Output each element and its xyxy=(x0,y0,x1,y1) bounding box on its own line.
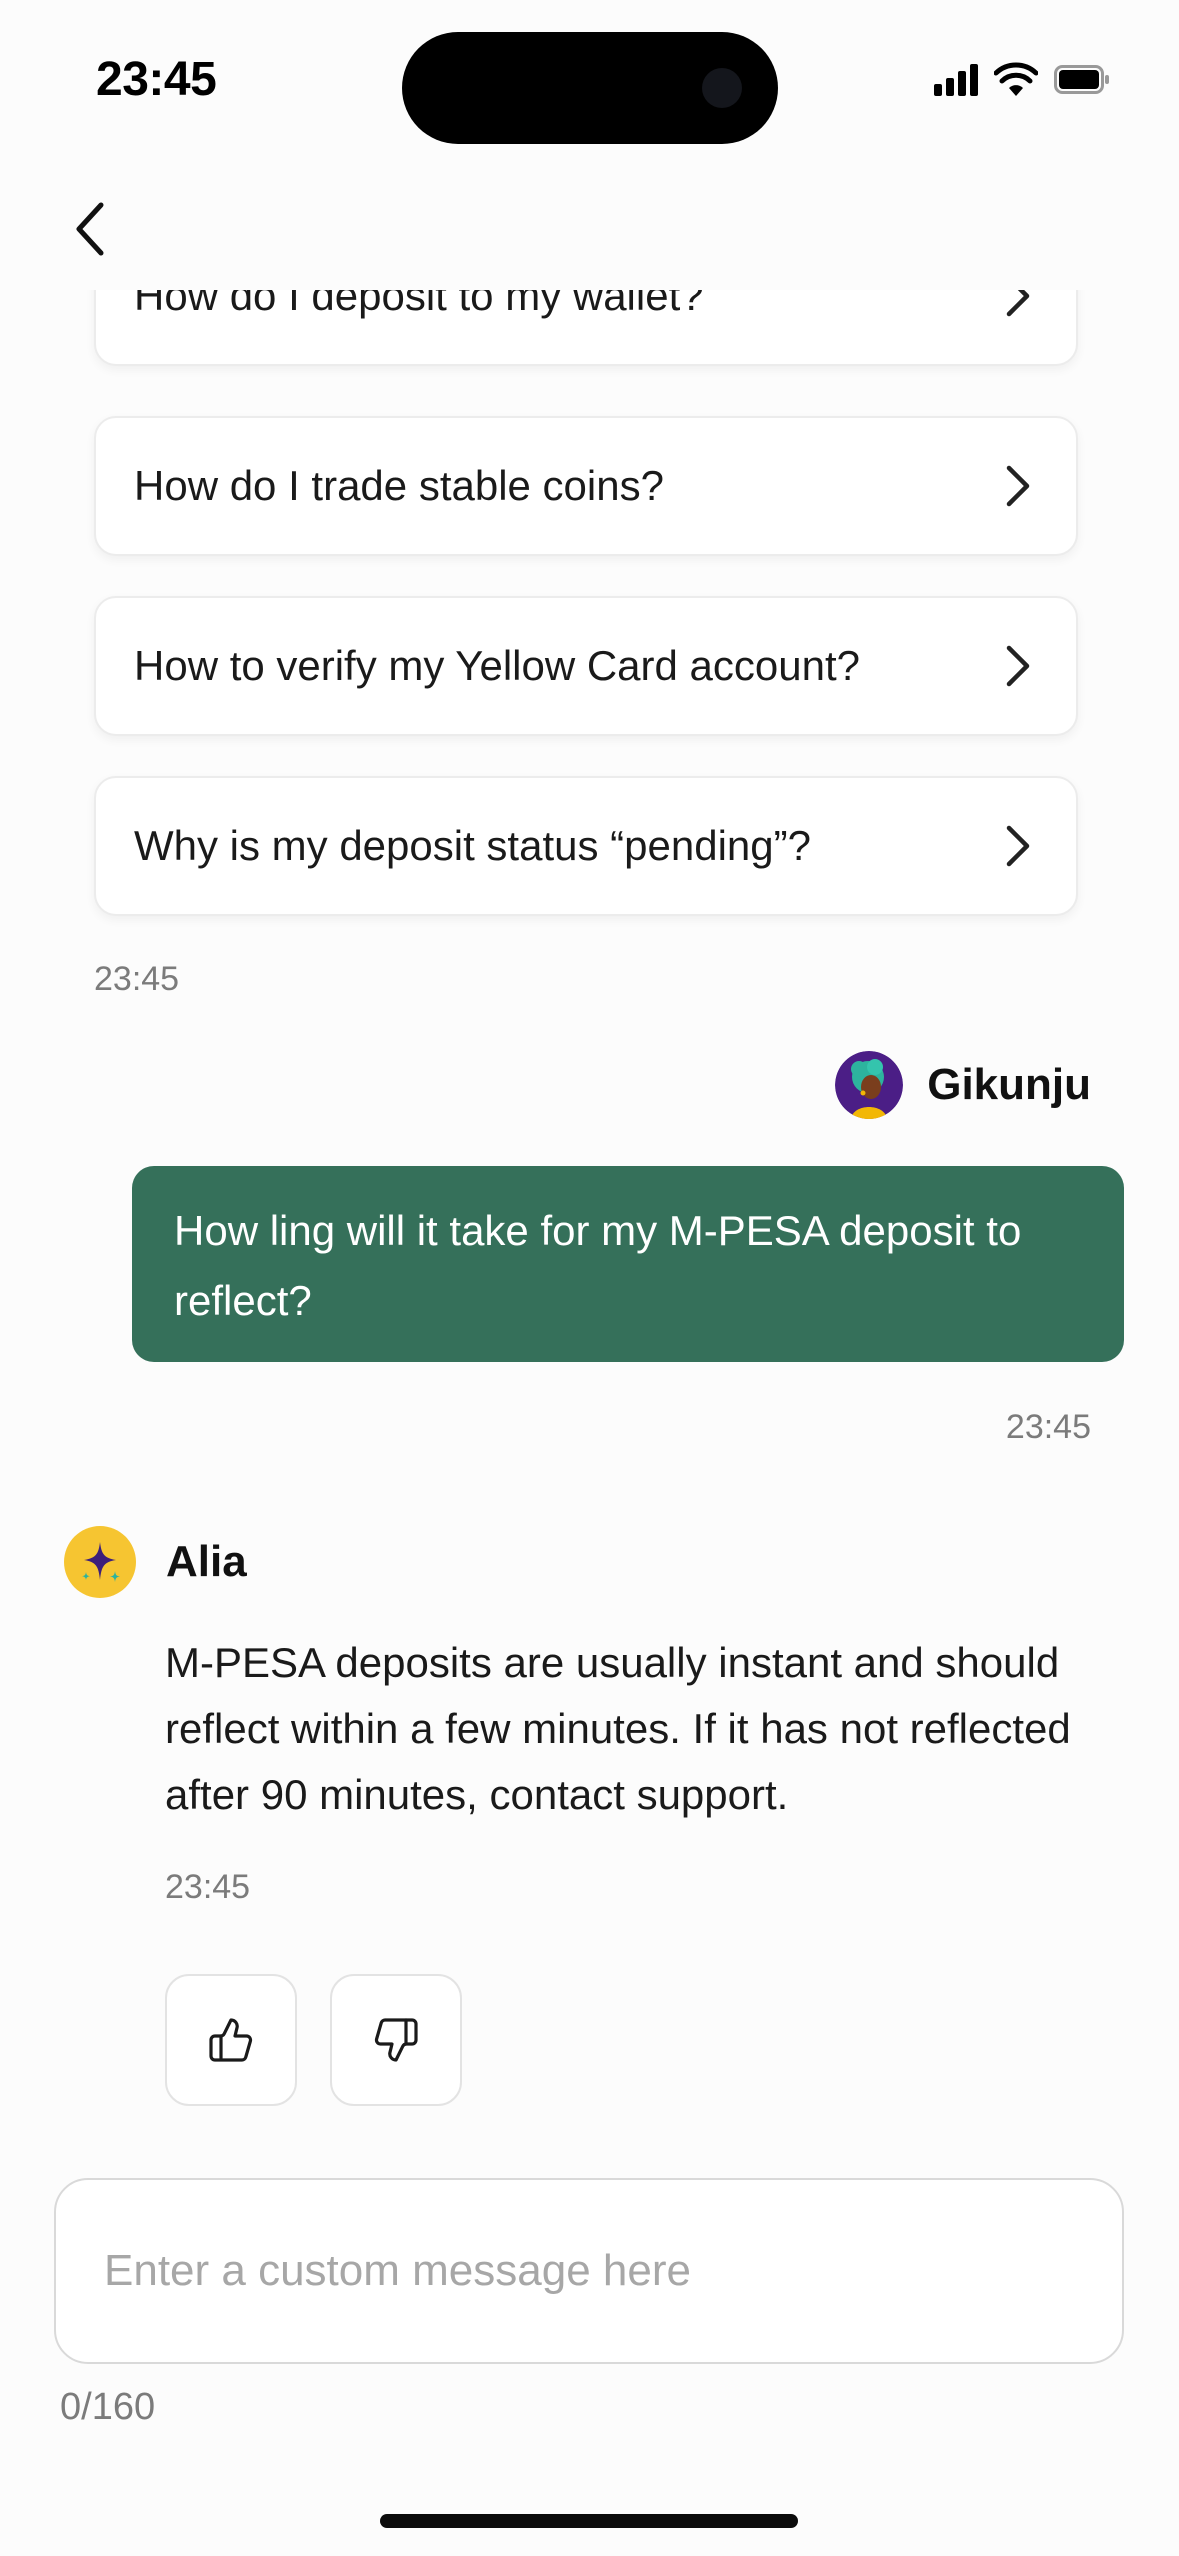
user-avatar-image xyxy=(835,1051,904,1119)
chevron-left-icon xyxy=(76,202,104,256)
user-sender-name: Gikunju xyxy=(927,1060,1091,1109)
bot-sender-name: Alia xyxy=(166,1537,247,1586)
thumbs-down-icon xyxy=(374,2018,418,2062)
bot-message-text: M-PESA deposits are usually instant and … xyxy=(165,1639,1071,1818)
status-time: 23:45 xyxy=(96,53,217,106)
back-button[interactable] xyxy=(60,196,120,262)
sparkle-icon xyxy=(82,1542,120,1582)
dynamic-island xyxy=(402,32,778,144)
status-icons xyxy=(930,62,1110,102)
chevron-right-icon xyxy=(1006,290,1030,317)
home-indicator xyxy=(380,2514,798,2528)
bot-avatar xyxy=(64,1526,136,1598)
chevron-right-icon xyxy=(1006,645,1030,687)
custom-message-input[interactable] xyxy=(54,2178,1124,2364)
thumbs-up-icon xyxy=(209,2018,253,2062)
thumbs-down-button[interactable] xyxy=(330,1974,462,2106)
chevron-right-icon xyxy=(1006,825,1030,867)
chevron-right-icon xyxy=(1006,465,1030,507)
user-message-timestamp: 23:45 xyxy=(1005,1408,1091,1446)
cellular-signal-icon xyxy=(934,64,978,96)
faq-item-label: Why is my deposit status “pending”? xyxy=(134,822,811,869)
faq-item-label: How do I deposit to my wallet? xyxy=(134,290,704,319)
faq-timestamp: 23:45 xyxy=(94,960,180,998)
user-message-bubble: How ling will it take for my M-PESA depo… xyxy=(132,1166,1124,1362)
bot-message-header: Alia xyxy=(64,1526,247,1598)
faq-item-verify-account[interactable]: How to verify my Yellow Card account? xyxy=(94,596,1078,736)
battery-icon xyxy=(1054,65,1109,94)
user-message-text: How ling will it take for my M-PESA depo… xyxy=(174,1207,1022,1324)
character-counter: 0/160 xyxy=(60,2386,156,2428)
faq-item-trade-stable-coins[interactable]: How do I trade stable coins? xyxy=(94,416,1078,556)
faq-item-deposit-wallet[interactable]: How do I deposit to my wallet? xyxy=(94,290,1078,366)
faq-item-label: How do I trade stable coins? xyxy=(134,462,664,509)
user-message-header: Gikunju xyxy=(835,1050,1091,1120)
bot-message-timestamp: 23:45 xyxy=(165,1868,251,1906)
front-camera xyxy=(702,68,742,108)
thumbs-up-button[interactable] xyxy=(165,1974,297,2106)
faq-item-label: How to verify my Yellow Card account? xyxy=(134,642,860,689)
faq-item-deposit-pending[interactable]: Why is my deposit status “pending”? xyxy=(94,776,1078,916)
wifi-icon xyxy=(994,62,1038,96)
avatar xyxy=(835,1051,904,1119)
